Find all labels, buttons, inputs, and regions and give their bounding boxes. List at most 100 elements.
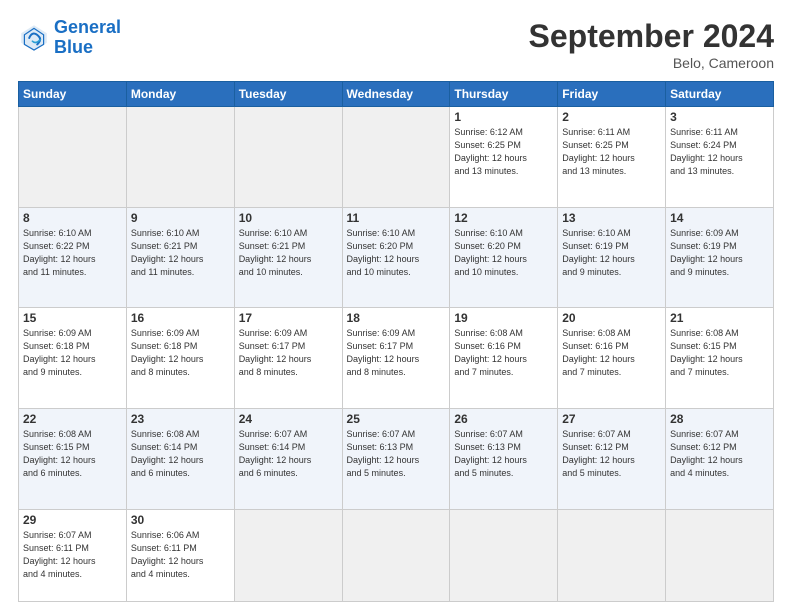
table-row: 30 Sunrise: 6:06 AMSunset: 6:11 PMDayligh… [126, 509, 234, 601]
day-number: 15 [23, 311, 122, 325]
table-row: 2 Sunrise: 6:11 AMSunset: 6:25 PMDaylight… [558, 107, 666, 208]
cell-text: Sunrise: 6:11 AMSunset: 6:24 PMDaylight:… [670, 126, 769, 178]
cell-text: Sunrise: 6:10 AMSunset: 6:22 PMDaylight:… [23, 227, 122, 279]
table-row: 16 Sunrise: 6:09 AMSunset: 6:18 PMDayligh… [126, 308, 234, 409]
day-number: 30 [131, 513, 230, 527]
calendar-header-row: Sunday Monday Tuesday Wednesday Thursday… [19, 82, 774, 107]
table-row [126, 107, 234, 208]
table-row: 28 Sunrise: 6:07 AMSunset: 6:12 PMDayligh… [666, 409, 774, 510]
day-number: 19 [454, 311, 553, 325]
table-row [234, 107, 342, 208]
table-row: 18Sunrise: 6:09 AMSunset: 6:17 PMDayligh… [342, 308, 450, 409]
cell-text: Sunrise: 6:10 AMSunset: 6:19 PMDaylight:… [562, 227, 661, 279]
day-number: 14 [670, 211, 769, 225]
cell-text: Sunrise: 6:10 AMSunset: 6:21 PMDaylight:… [239, 227, 338, 279]
col-sunday: Sunday [19, 82, 127, 107]
col-tuesday: Tuesday [234, 82, 342, 107]
logo: General Blue [18, 18, 121, 58]
table-row [666, 509, 774, 601]
cell-text: Sunrise: 6:09 AMSunset: 6:19 PMDaylight:… [670, 227, 769, 279]
table-row: 1 Sunrise: 6:12 AMSunset: 6:25 PMDaylight… [450, 107, 558, 208]
cell-text: Sunrise: 6:08 AMSunset: 6:14 PMDaylight:… [131, 428, 230, 480]
logo-blue: Blue [54, 37, 93, 57]
location: Belo, Cameroon [529, 55, 774, 71]
table-row: 15 Sunrise: 6:09 AMSunset: 6:18 PMDayligh… [19, 308, 127, 409]
logo-icon [18, 22, 50, 54]
table-row: 24 Sunrise: 6:07 AMSunset: 6:14 PMDayligh… [234, 409, 342, 510]
day-number: 11 [347, 211, 446, 225]
page: General Blue September 2024 Belo, Camero… [0, 0, 792, 612]
cell-text: Sunrise: 6:08 AMSunset: 6:16 PMDaylight:… [454, 327, 553, 379]
col-saturday: Saturday [666, 82, 774, 107]
day-number: 24 [239, 412, 338, 426]
day-number: 29 [23, 513, 122, 527]
day-number: 23 [131, 412, 230, 426]
day-number: 16 [131, 311, 230, 325]
table-row [450, 509, 558, 601]
cell-text: Sunrise: 6:10 AMSunset: 6:20 PMDaylight:… [454, 227, 553, 279]
col-monday: Monday [126, 82, 234, 107]
logo-general: General [54, 17, 121, 37]
day-number: 10 [239, 211, 338, 225]
table-row: 11 Sunrise: 6:10 AMSunset: 6:20 PMDayligh… [342, 207, 450, 308]
cell-text: Sunrise: 6:12 AMSunset: 6:25 PMDaylight:… [454, 126, 553, 178]
day-number: 20 [562, 311, 661, 325]
table-row: 29 Sunrise: 6:07 AMSunset: 6:11 PMDayligh… [19, 509, 127, 601]
table-row [19, 107, 127, 208]
cell-text: Sunrise: 6:07 AMSunset: 6:14 PMDaylight:… [239, 428, 338, 480]
cell-text: Sunrise: 6:09 AMSunset: 6:18 PMDaylight:… [131, 327, 230, 379]
day-number: 25 [347, 412, 446, 426]
cell-text: Sunrise: 6:06 AMSunset: 6:11 PMDaylight:… [131, 529, 230, 581]
calendar-week-row: 15 Sunrise: 6:09 AMSunset: 6:18 PMDayligh… [19, 308, 774, 409]
cell-text: Sunrise: 6:09 AMSunset: 6:17 PMDaylight:… [239, 327, 338, 379]
table-row: 3 Sunrise: 6:11 AMSunset: 6:24 PMDaylight… [666, 107, 774, 208]
table-row: 22Sunrise: 6:08 AMSunset: 6:15 PMDayligh… [19, 409, 127, 510]
col-wednesday: Wednesday [342, 82, 450, 107]
cell-text: Sunrise: 6:11 AMSunset: 6:25 PMDaylight:… [562, 126, 661, 178]
day-number: 1 [454, 110, 553, 124]
table-row: 12Sunrise: 6:10 AMSunset: 6:20 PMDayligh… [450, 207, 558, 308]
calendar-week-row: 22Sunrise: 6:08 AMSunset: 6:15 PMDayligh… [19, 409, 774, 510]
header: General Blue September 2024 Belo, Camero… [18, 18, 774, 71]
col-friday: Friday [558, 82, 666, 107]
day-number: 22 [23, 412, 122, 426]
cell-text: Sunrise: 6:08 AMSunset: 6:15 PMDaylight:… [670, 327, 769, 379]
day-number: 3 [670, 110, 769, 124]
table-row: 10 Sunrise: 6:10 AMSunset: 6:21 PMDayligh… [234, 207, 342, 308]
cell-text: Sunrise: 6:10 AMSunset: 6:20 PMDaylight:… [347, 227, 446, 279]
table-row [234, 509, 342, 601]
cell-text: Sunrise: 6:10 AMSunset: 6:21 PMDaylight:… [131, 227, 230, 279]
day-number: 2 [562, 110, 661, 124]
table-row [342, 107, 450, 208]
cell-text: Sunrise: 6:08 AMSunset: 6:16 PMDaylight:… [562, 327, 661, 379]
day-number: 8 [23, 211, 122, 225]
table-row: 21Sunrise: 6:08 AMSunset: 6:15 PMDayligh… [666, 308, 774, 409]
cell-text: Sunrise: 6:07 AMSunset: 6:13 PMDaylight:… [347, 428, 446, 480]
cell-text: Sunrise: 6:09 AMSunset: 6:18 PMDaylight:… [23, 327, 122, 379]
calendar-week-row: 29 Sunrise: 6:07 AMSunset: 6:11 PMDayligh… [19, 509, 774, 601]
table-row: 14 Sunrise: 6:09 AMSunset: 6:19 PMDayligh… [666, 207, 774, 308]
table-row: 8 Sunrise: 6:10 AMSunset: 6:22 PMDaylight… [19, 207, 127, 308]
day-number: 28 [670, 412, 769, 426]
table-row: 20 Sunrise: 6:08 AMSunset: 6:16 PMDayligh… [558, 308, 666, 409]
day-number: 27 [562, 412, 661, 426]
col-thursday: Thursday [450, 82, 558, 107]
cell-text: Sunrise: 6:07 AMSunset: 6:13 PMDaylight:… [454, 428, 553, 480]
day-number: 18 [347, 311, 446, 325]
calendar-week-row: 8 Sunrise: 6:10 AMSunset: 6:22 PMDaylight… [19, 207, 774, 308]
day-number: 9 [131, 211, 230, 225]
cell-text: Sunrise: 6:07 AMSunset: 6:12 PMDaylight:… [562, 428, 661, 480]
cell-text: Sunrise: 6:07 AMSunset: 6:11 PMDaylight:… [23, 529, 122, 581]
table-row: 23 Sunrise: 6:08 AMSunset: 6:14 PMDayligh… [126, 409, 234, 510]
logo-text: General Blue [54, 18, 121, 58]
day-number: 13 [562, 211, 661, 225]
table-row: 26 Sunrise: 6:07 AMSunset: 6:13 PMDayligh… [450, 409, 558, 510]
month-year: September 2024 [529, 18, 774, 55]
table-row: 25 Sunrise: 6:07 AMSunset: 6:13 PMDayligh… [342, 409, 450, 510]
table-row [558, 509, 666, 601]
table-row: 13 Sunrise: 6:10 AMSunset: 6:19 PMDayligh… [558, 207, 666, 308]
title-block: September 2024 Belo, Cameroon [529, 18, 774, 71]
table-row: 27 Sunrise: 6:07 AMSunset: 6:12 PMDayligh… [558, 409, 666, 510]
day-number: 26 [454, 412, 553, 426]
cell-text: Sunrise: 6:07 AMSunset: 6:12 PMDaylight:… [670, 428, 769, 480]
